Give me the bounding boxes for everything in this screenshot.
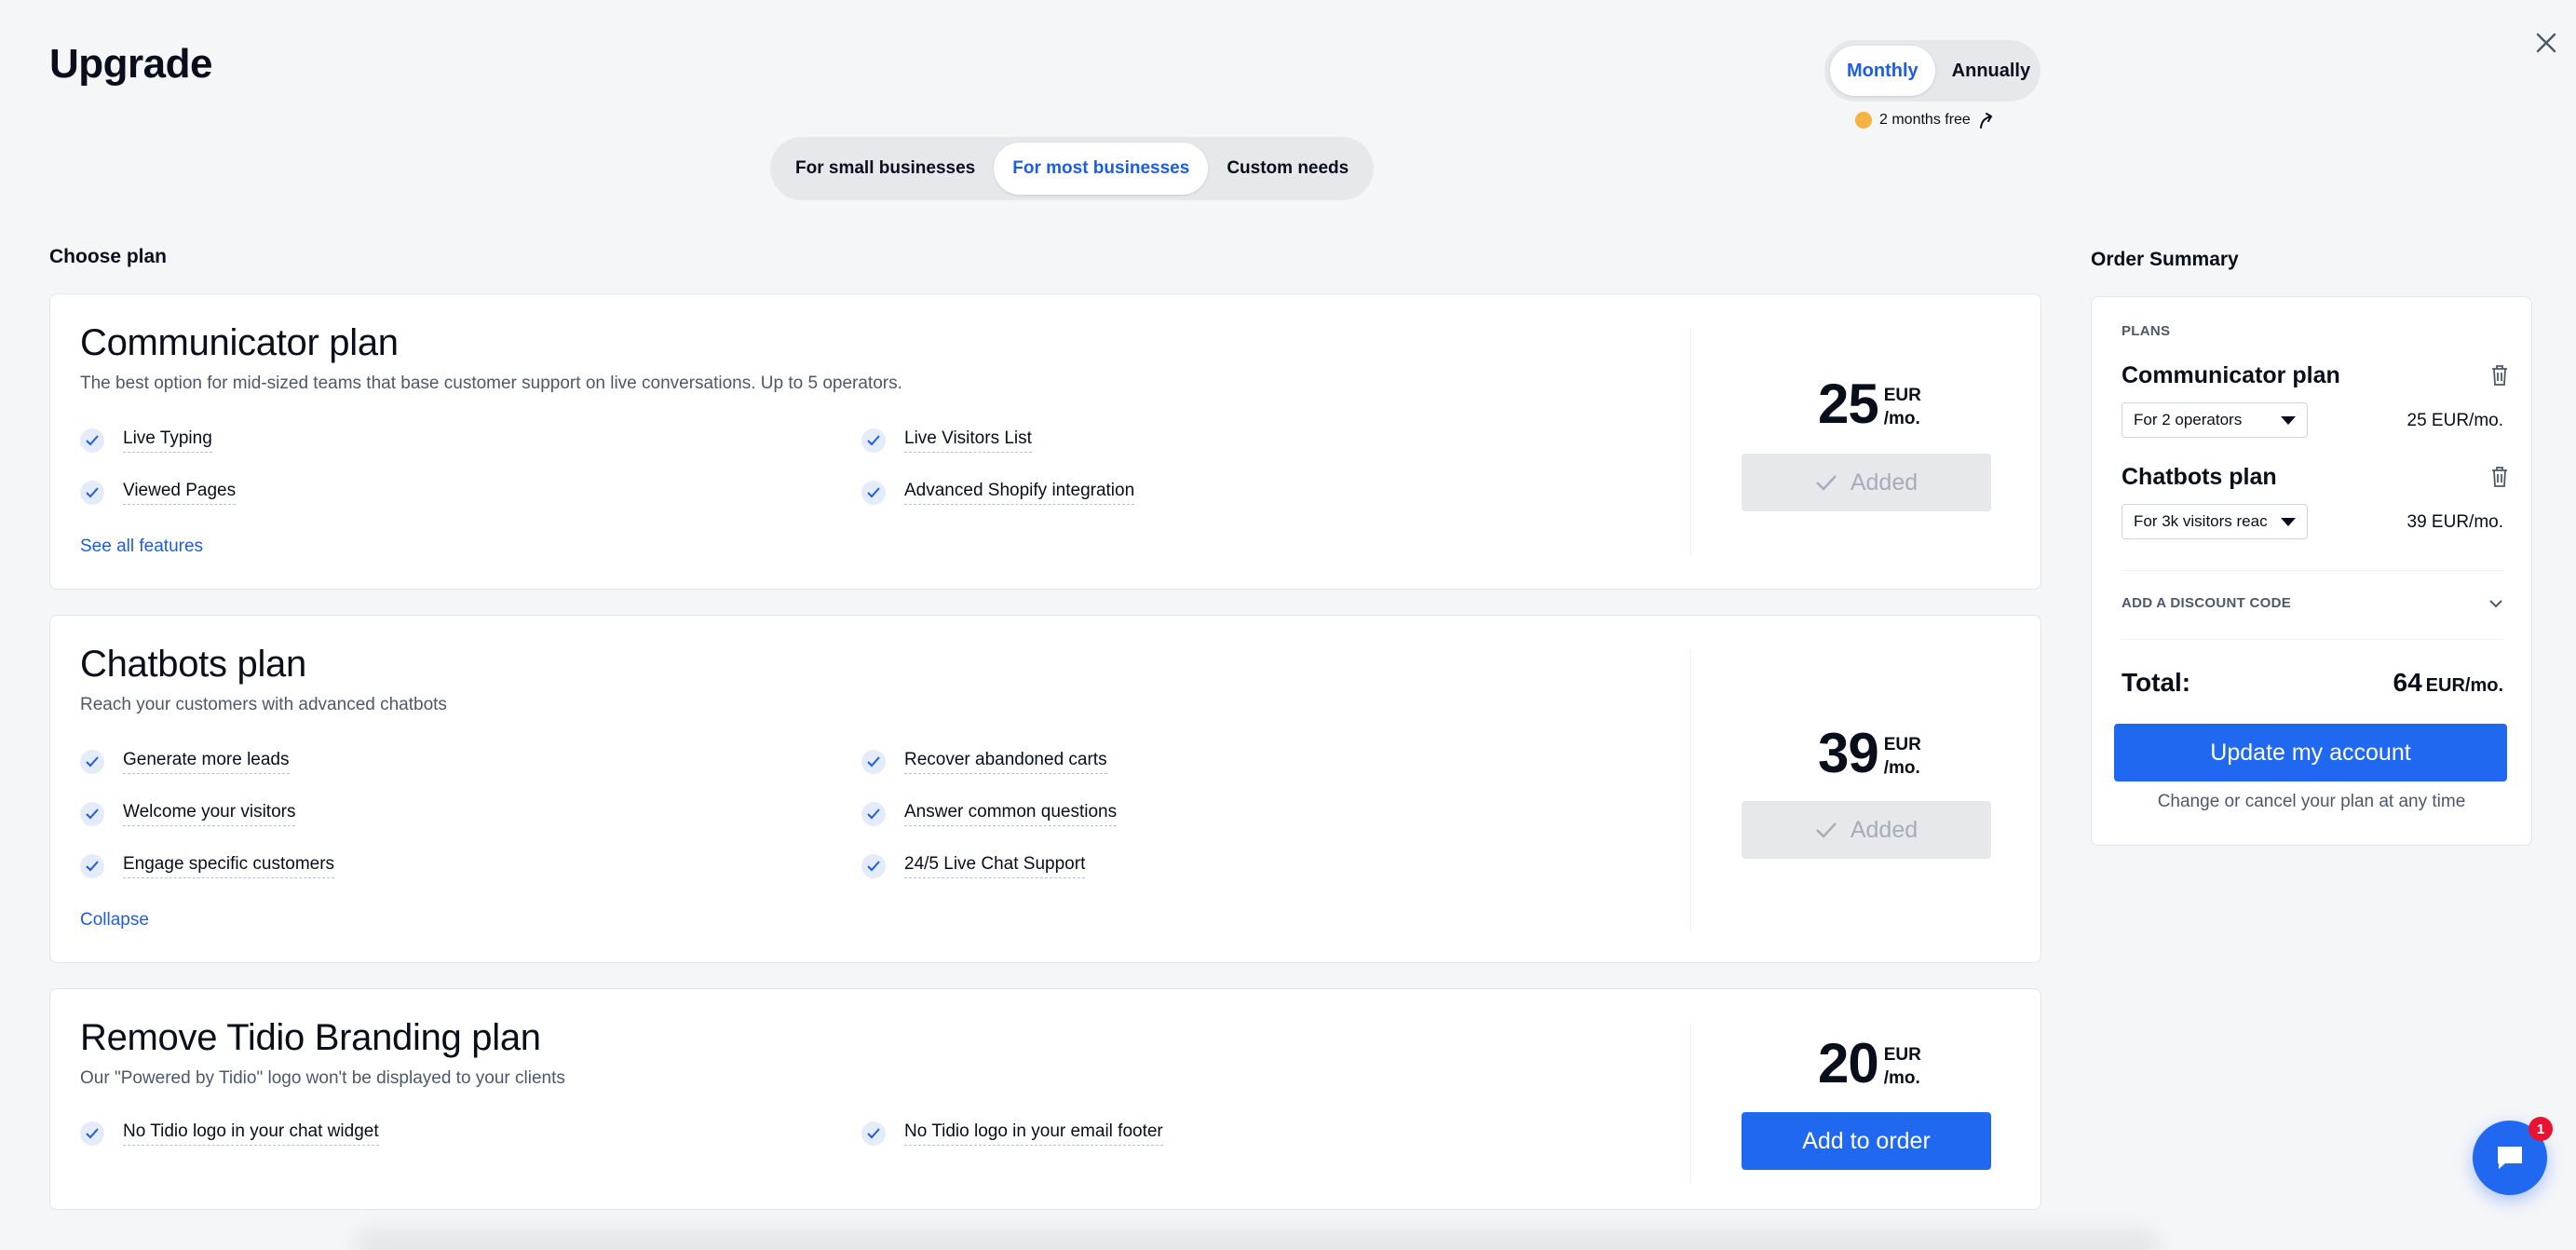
segment-small-businesses[interactable]: For small businesses xyxy=(777,143,994,195)
check-icon xyxy=(861,481,886,505)
feature-item: Engage specific customers xyxy=(80,854,335,878)
promo-note: 2 months free xyxy=(1855,111,1995,129)
check-icon xyxy=(80,1121,104,1146)
total-value: 64 EUR/mo. xyxy=(2393,668,2504,697)
billing-period-toggle: Monthly Annually xyxy=(1824,40,2040,102)
check-icon xyxy=(1815,475,1837,491)
plan-price: 39 EUR/mo. xyxy=(1818,722,1921,784)
check-icon xyxy=(861,428,886,453)
annually-option[interactable]: Annually xyxy=(1935,46,2047,96)
feature-item: Generate more leads xyxy=(80,750,290,774)
feature-item: No Tidio logo in your email footer xyxy=(861,1121,1163,1146)
choose-plan-label: Choose plan xyxy=(49,246,168,267)
plan-price: 20 EUR/mo. xyxy=(1818,1032,1921,1094)
close-button[interactable] xyxy=(2528,24,2565,61)
plan-description: Our "Powered by Tidio" logo won't be dis… xyxy=(80,1068,565,1088)
divider xyxy=(1690,1023,1691,1183)
check-icon xyxy=(861,854,886,878)
check-icon xyxy=(861,750,886,774)
caret-down-icon xyxy=(2281,415,2296,425)
divider xyxy=(2122,639,2503,640)
feature-item: Welcome your visitors xyxy=(80,802,296,826)
added-button[interactable]: Added xyxy=(1742,801,1991,859)
divider xyxy=(1690,328,1691,557)
trash-icon[interactable] xyxy=(2490,466,2509,488)
cancel-note: Change or cancel your plan at any time xyxy=(2157,792,2466,811)
feature-item: Advanced Shopify integration xyxy=(861,481,1135,505)
feature-item: Answer common questions xyxy=(861,802,1118,826)
notification-badge: 1 xyxy=(2529,1117,2553,1141)
add-to-order-button[interactable]: Add to order xyxy=(1742,1112,1991,1170)
feature-item: Recover abandoned carts xyxy=(861,750,1107,774)
line-price: 39 EUR/mo. xyxy=(2407,512,2504,532)
scroll-shadow xyxy=(354,1228,2161,1250)
total-label: Total: xyxy=(2122,668,2191,697)
feature-item: Viewed Pages xyxy=(80,481,237,505)
check-icon xyxy=(80,481,104,505)
feature-item: 24/5 Live Chat Support xyxy=(861,854,1086,878)
order-summary-card: PLANS Communicator plan For 2 operators … xyxy=(2091,296,2532,846)
visitors-select[interactable]: For 3k visitors reac xyxy=(2122,504,2308,539)
caret-down-icon xyxy=(2281,517,2296,526)
plan-price: 25 EUR/mo. xyxy=(1818,373,1921,435)
divider xyxy=(2122,570,2503,571)
monthly-option[interactable]: Monthly xyxy=(1830,46,1935,96)
summary-plan-name: Communicator plan xyxy=(2122,362,2340,388)
segment-custom-needs[interactable]: Custom needs xyxy=(1208,143,1367,195)
plan-card-chatbots: Chatbots plan Reach your customers with … xyxy=(49,615,2041,963)
star-eyes-emoji-icon xyxy=(1855,112,1872,129)
check-icon xyxy=(861,802,886,826)
business-size-segment: For small businesses For most businesses… xyxy=(770,137,1375,200)
check-icon xyxy=(80,802,104,826)
plan-description: Reach your customers with advanced chatb… xyxy=(80,695,447,714)
plan-card-remove-branding: Remove Tidio Branding plan Our "Powered … xyxy=(49,988,2041,1210)
order-summary-title: Order Summary xyxy=(2091,249,2239,270)
check-icon xyxy=(80,428,104,453)
page-title: Upgrade xyxy=(49,41,212,87)
summary-plan-name: Chatbots plan xyxy=(2122,464,2277,490)
check-icon xyxy=(80,854,104,878)
feature-item: Live Typing xyxy=(80,428,212,453)
trash-icon[interactable] xyxy=(2490,364,2509,387)
divider xyxy=(1690,649,1691,931)
discount-code-toggle[interactable]: ADD A DISCOUNT CODE xyxy=(2122,595,2503,611)
plan-name: Chatbots plan xyxy=(80,644,306,685)
segment-most-businesses[interactable]: For most businesses xyxy=(994,143,1209,195)
line-price: 25 EUR/mo. xyxy=(2407,411,2504,430)
chat-bubble-icon xyxy=(2498,1147,2522,1169)
close-icon xyxy=(2536,33,2556,53)
chevron-down-icon xyxy=(2489,599,2502,607)
check-icon xyxy=(80,750,104,774)
collapse-link[interactable]: Collapse xyxy=(80,910,149,931)
see-all-features-link[interactable]: See all features xyxy=(80,537,203,557)
update-account-button[interactable]: Update my account xyxy=(2114,724,2507,781)
plan-name: Communicator plan xyxy=(80,322,399,363)
check-icon xyxy=(1815,822,1837,838)
plan-card-communicator: Communicator plan The best option for mi… xyxy=(49,293,2041,590)
check-icon xyxy=(861,1121,886,1146)
operators-select[interactable]: For 2 operators xyxy=(2122,402,2308,438)
feature-item: No Tidio logo in your chat widget xyxy=(80,1121,379,1146)
plans-label: PLANS xyxy=(2122,323,2171,339)
plan-name: Remove Tidio Branding plan xyxy=(80,1017,541,1058)
curved-arrow-icon xyxy=(1979,113,1993,129)
added-button[interactable]: Added xyxy=(1742,454,1991,511)
plan-description: The best option for mid-sized teams that… xyxy=(80,374,902,393)
feature-item: Live Visitors List xyxy=(861,428,1032,453)
promo-text: 2 months free xyxy=(1879,112,1971,128)
